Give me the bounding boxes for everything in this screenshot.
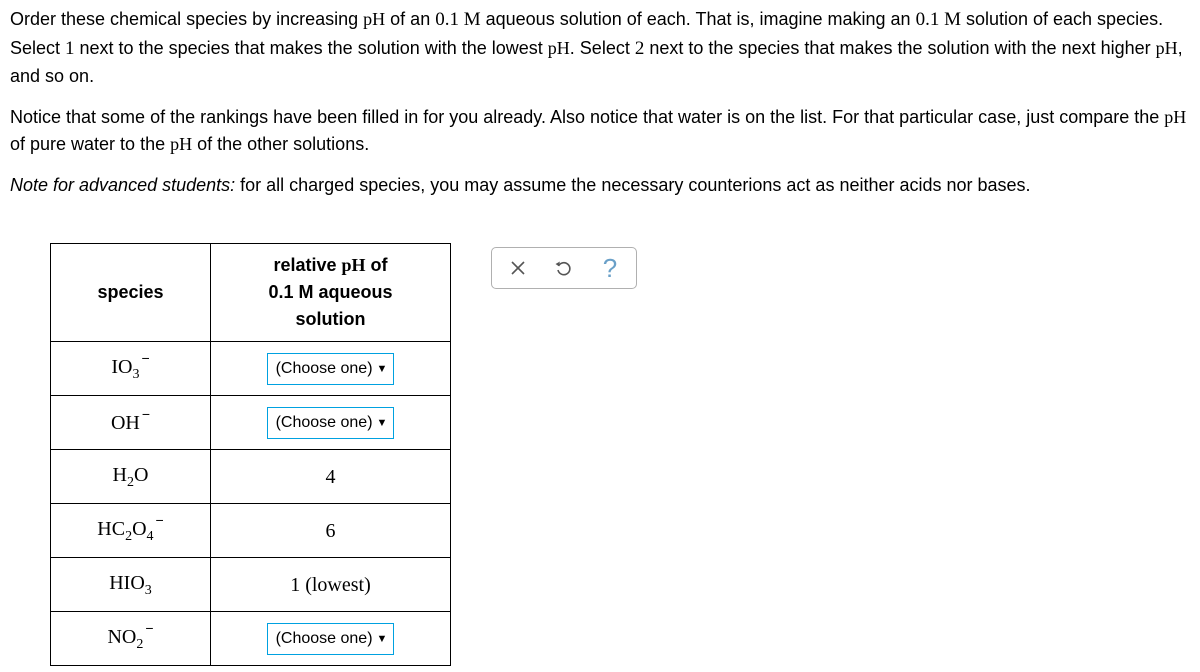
rank-dropdown[interactable]: (Choose one)▼ (267, 407, 395, 439)
rank-fixed-value: 4 (211, 450, 451, 504)
close-icon (510, 260, 526, 276)
species-cell: NO2− (51, 612, 211, 666)
species-cell: IO3− (51, 342, 211, 396)
table-row: OH− (Choose one)▼ (51, 396, 451, 450)
rank-fixed-value: 1 (lowest) (211, 558, 451, 612)
help-button[interactable]: ? (598, 256, 622, 280)
chevron-down-icon: ▼ (377, 415, 388, 432)
question-mark-icon: ? (603, 255, 617, 281)
species-cell: HIO3 (51, 558, 211, 612)
species-cell: OH− (51, 396, 211, 450)
rank-dropdown[interactable]: (Choose one)▼ (267, 623, 395, 655)
species-cell: H2O (51, 450, 211, 504)
table-header-value: relative pH of 0.1 M aqueous solution (211, 244, 451, 342)
rank-fixed-value: 6 (211, 504, 451, 558)
clear-button[interactable] (506, 256, 530, 280)
question-paragraph-3: Note for advanced students: for all char… (10, 172, 1190, 199)
species-table: species relative pH of 0.1 M aqueous sol… (50, 243, 451, 666)
table-row: IO3− (Choose one)▼ (51, 342, 451, 396)
table-row: H2O 4 (51, 450, 451, 504)
undo-icon (554, 258, 574, 278)
table-row: HIO3 1 (lowest) (51, 558, 451, 612)
reset-button[interactable] (552, 256, 576, 280)
species-cell: HC2O4− (51, 504, 211, 558)
table-row: HC2O4− 6 (51, 504, 451, 558)
table-header-species: species (51, 244, 211, 342)
question-paragraph-2: Notice that some of the rankings have be… (10, 104, 1190, 158)
question-paragraph-1: Order these chemical species by increasi… (10, 6, 1190, 90)
question-text: Order these chemical species by increasi… (10, 6, 1190, 199)
chevron-down-icon: ▼ (377, 361, 388, 378)
table-row: NO2− (Choose one)▼ (51, 612, 451, 666)
chevron-down-icon: ▼ (377, 631, 388, 648)
rank-dropdown[interactable]: (Choose one)▼ (267, 353, 395, 385)
toolbar: ? (491, 247, 637, 289)
